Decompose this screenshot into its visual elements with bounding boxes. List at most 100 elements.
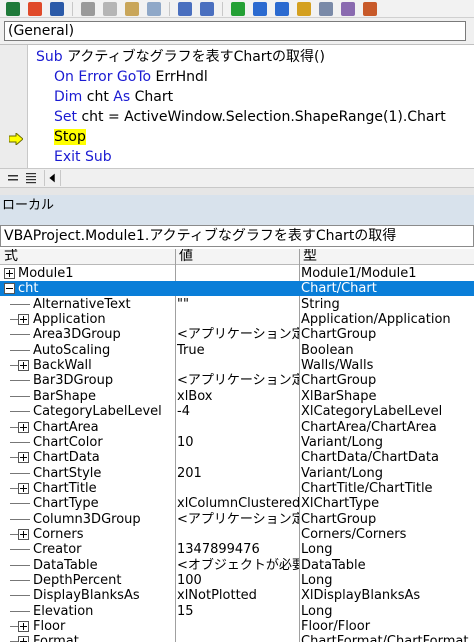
locals-row[interactable]: Application Application/Application: [0, 312, 474, 327]
code-line[interactable]: Stop: [54, 127, 86, 147]
redo-icon[interactable]: [200, 1, 214, 16]
code-line[interactable]: Set cht = ActiveWindow.Selection.ShapeRa…: [54, 107, 446, 127]
expand-plus-icon[interactable]: [18, 636, 29, 642]
row-type: Variant/Long: [301, 434, 383, 450]
object-combo[interactable]: (General): [4, 21, 466, 41]
code-line[interactable]: Sub アクティブなグラフを表すChartの取得(): [36, 47, 325, 67]
pane-divider[interactable]: [0, 188, 474, 195]
row-expression: ChartArea: [33, 419, 99, 435]
object-combo-row: (General): [0, 18, 474, 44]
scroll-left-arrow-icon[interactable]: [44, 170, 61, 186]
break-icon[interactable]: [253, 1, 267, 16]
tree-line: [10, 411, 30, 413]
locals-row[interactable]: Module1 Module1/Module1: [0, 266, 474, 281]
row-expression: Column3DGroup: [33, 511, 141, 527]
design-mode-icon[interactable]: [297, 1, 311, 16]
expand-plus-icon[interactable]: [18, 452, 29, 464]
margin-indicator-bar[interactable]: [0, 45, 28, 169]
run-icon[interactable]: [231, 1, 245, 16]
tree-line: [10, 395, 30, 397]
locals-row[interactable]: Format ChartFormat/ChartFormat: [0, 634, 474, 642]
locals-row[interactable]: ChartStyle 201 Variant/Long: [0, 466, 474, 481]
expand-plus-icon[interactable]: [18, 360, 29, 372]
tree-line: [10, 441, 30, 443]
code-line[interactable]: Dim cht As Chart: [54, 87, 173, 107]
row-expression: DepthPercent: [33, 573, 122, 588]
locals-row[interactable]: DepthPercent 100 Long: [0, 573, 474, 588]
properties-icon[interactable]: [341, 1, 355, 16]
locals-row[interactable]: ChartArea ChartArea/ChartArea: [0, 420, 474, 435]
save-icon[interactable]: [50, 1, 64, 16]
paste-icon[interactable]: [125, 1, 139, 16]
locals-row[interactable]: Floor Floor/Floor: [0, 619, 474, 634]
tree-line: [10, 610, 30, 612]
locals-grid[interactable]: 式 値 型 Module1 Module1/Module1 cht Chart/Cha…: [0, 249, 474, 642]
locals-row[interactable]: Creator 1347899476 Long: [0, 542, 474, 557]
row-expression: BackWall: [33, 358, 92, 374]
locals-row[interactable]: Corners Corners/Corners: [0, 527, 474, 542]
excel-icon[interactable]: [6, 1, 20, 16]
row-expression: cht: [18, 281, 39, 297]
locals-row[interactable]: DisplayBlanksAs xlNotPlotted XlDisplayBlan…: [0, 588, 474, 603]
header-expr[interactable]: 式: [4, 249, 18, 264]
collapse-minus-icon[interactable]: [4, 283, 15, 295]
find-icon[interactable]: [147, 1, 161, 16]
row-expression: Elevation: [33, 603, 94, 619]
locals-row[interactable]: BackWall Walls/Walls: [0, 358, 474, 373]
code-window[interactable]: Sub アクティブなグラフを表すChartの取得() On Error GoTo …: [0, 44, 474, 169]
project-explorer-icon[interactable]: [319, 1, 333, 16]
locals-context[interactable]: VBAProject.Module1.アクティブなグラフを表すChartの取得: [0, 225, 474, 247]
code-line[interactable]: Exit Sub: [54, 147, 112, 167]
tree-line: [10, 487, 18, 489]
header-value[interactable]: 値: [179, 249, 193, 264]
full-module-view-icon[interactable]: [24, 171, 38, 185]
locals-row[interactable]: AlternativeText "" String: [0, 297, 474, 312]
row-type: Corners/Corners: [301, 526, 407, 542]
expand-plus-icon[interactable]: [18, 314, 29, 326]
expand-plus-icon[interactable]: [18, 421, 29, 433]
locals-row[interactable]: CategoryLabelLevel -4 XlCategoryLabelLevel: [0, 404, 474, 419]
procedure-view-icon[interactable]: [6, 171, 20, 185]
locals-row[interactable]: DataTable<オブジェクトが必要ですDataTable: [0, 558, 474, 573]
copy-icon[interactable]: [103, 1, 117, 16]
tree-line: [10, 334, 30, 336]
code-text: ErrHndl: [151, 69, 208, 85]
row-expression: ChartStyle: [33, 465, 102, 481]
row-type: Walls/Walls: [301, 358, 374, 374]
locals-row[interactable]: cht Chart/Chart: [0, 281, 474, 297]
expand-plus-icon[interactable]: [18, 621, 29, 633]
code-keyword: Set: [54, 109, 77, 125]
locals-row[interactable]: Elevation 15 Long: [0, 604, 474, 619]
row-value: xlBox: [177, 388, 213, 404]
row-expression: DataTable: [33, 557, 98, 573]
locals-window-title: ローカル: [0, 195, 474, 225]
header-type[interactable]: 型: [303, 249, 317, 264]
code-text: cht: [82, 89, 114, 105]
row-value: <オブジェクトが必要です: [177, 557, 299, 573]
locals-row[interactable]: Column3DGroup <アプリケーション定義ChartGroup: [0, 512, 474, 527]
row-expression: AutoScaling: [33, 342, 111, 358]
object-browser-icon[interactable]: [363, 1, 377, 16]
undo-icon[interactable]: [178, 1, 192, 16]
row-type: Module1/Module1: [301, 266, 417, 281]
locals-row[interactable]: Area3DGroup <アプリケーション定義ChartGroup: [0, 327, 474, 342]
locals-row[interactable]: ChartTitle ChartTitle/ChartTitle: [0, 481, 474, 496]
tree-line: [10, 626, 18, 628]
row-type: Variant/Long: [301, 465, 383, 481]
row-type: ChartGroup: [301, 327, 377, 343]
cut-icon[interactable]: [81, 1, 95, 16]
tree-line: [10, 580, 30, 581]
code-line[interactable]: On Error GoTo ErrHndl: [54, 67, 208, 87]
locals-row[interactable]: ChartType xlColumnClustered XlChartType: [0, 496, 474, 511]
expand-plus-icon[interactable]: [18, 528, 29, 540]
locals-row[interactable]: BarShape xlBox XlBarShape: [0, 389, 474, 404]
locals-row[interactable]: Bar3DGroup <アプリケーション定義ChartGroup: [0, 373, 474, 388]
locals-row[interactable]: ChartData ChartData/ChartData: [0, 450, 474, 465]
expand-plus-icon[interactable]: [4, 268, 15, 279]
expand-plus-icon[interactable]: [18, 482, 29, 494]
reset-icon[interactable]: [275, 1, 289, 16]
insert-module-icon[interactable]: [28, 1, 42, 16]
locals-row[interactable]: ChartColor 10 Variant/Long: [0, 435, 474, 450]
row-type: ChartGroup: [301, 373, 377, 389]
locals-row[interactable]: AutoScaling True Boolean: [0, 343, 474, 358]
